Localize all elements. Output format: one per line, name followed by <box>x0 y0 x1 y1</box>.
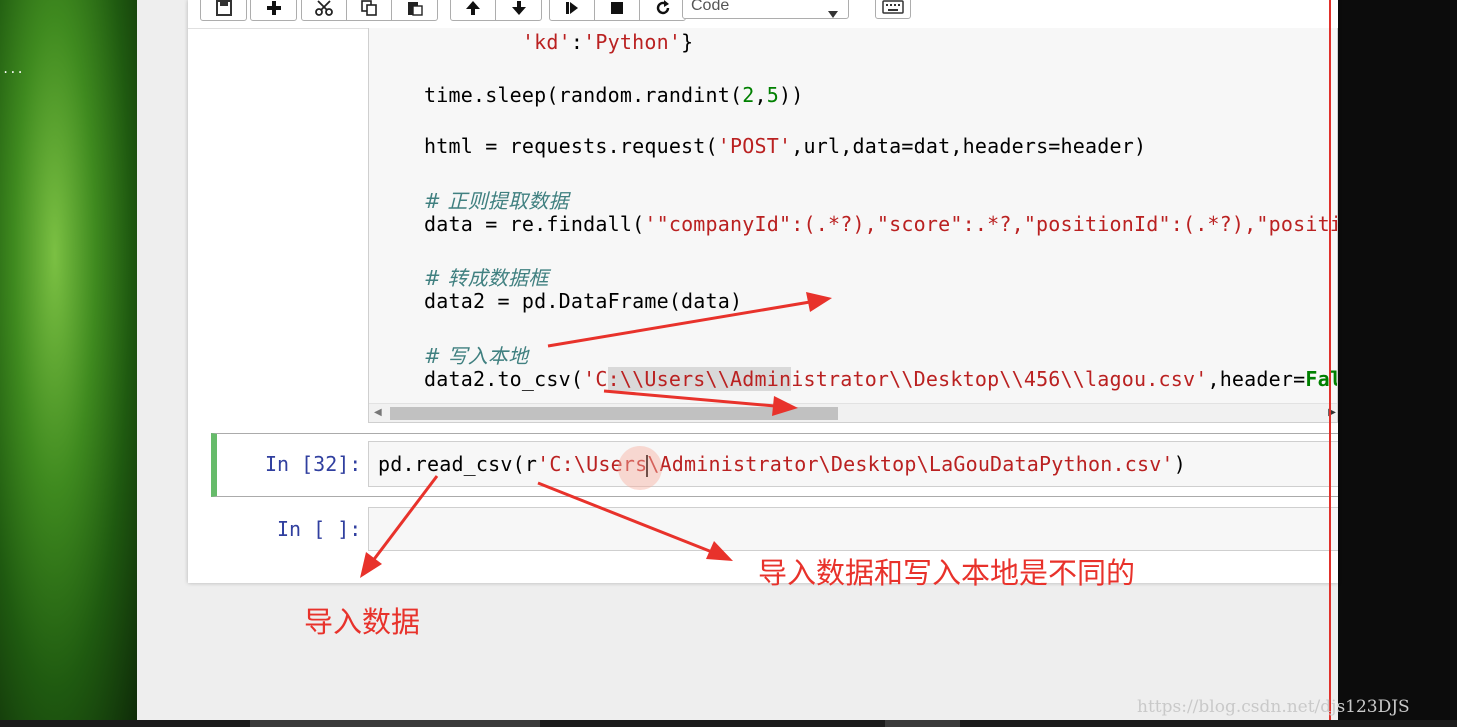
annotation-import-data: 导入数据 <box>304 605 421 639</box>
watermark-url: https://blog.csdn.net/djs123DJS <box>1137 697 1410 717</box>
annotation-difference: 导入数据和写入本地是不同的 <box>758 556 1136 590</box>
annotation-arrows <box>360 292 832 578</box>
